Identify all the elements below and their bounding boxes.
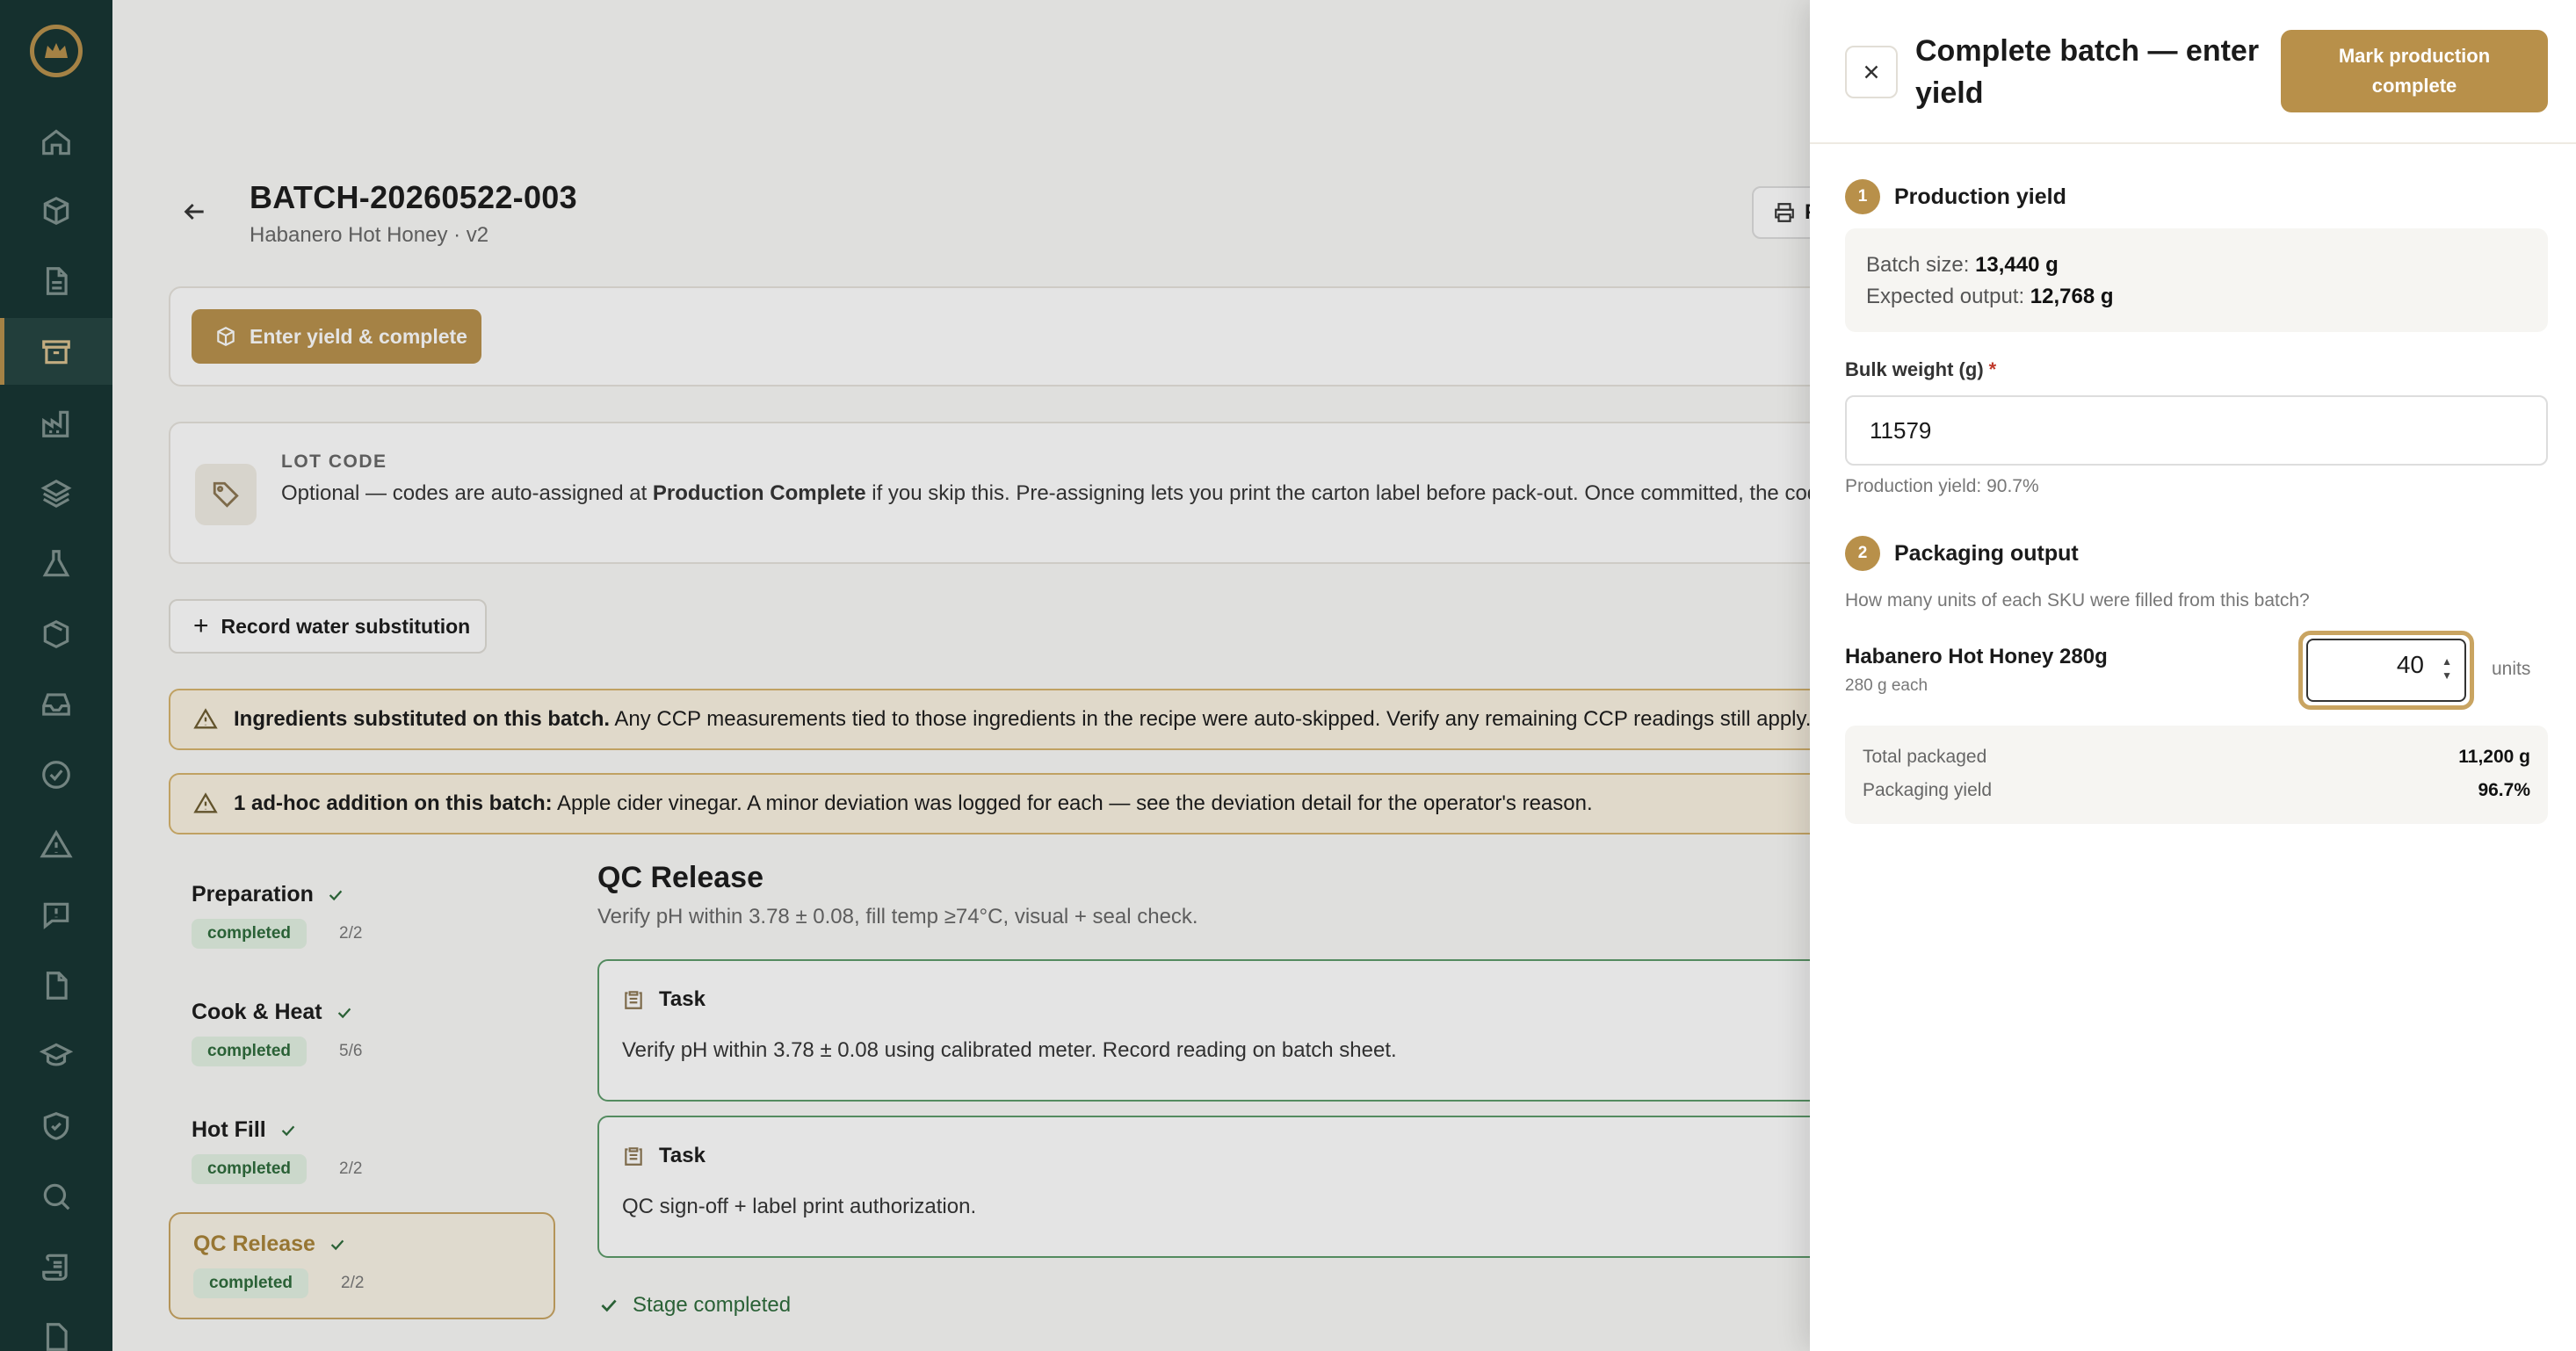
batch-size-value: 13,440 g [1975,253,2059,277]
mark-production-complete-button[interactable]: Mark production complete [2281,30,2548,112]
step-number: 2 [1845,536,1880,571]
expected-output-label: Expected output: [1866,285,2030,308]
expected-output-line: Expected output: 12,768 g [1866,281,2527,313]
sku-name: Habanero Hot Honey 280g [1845,645,2108,668]
drawer-header: Complete batch — enter yield Mark produc… [1810,0,2576,144]
step-number: 1 [1845,179,1880,214]
total-packaged-row: Total packaged 11,200 g [1863,747,2530,768]
step-production-yield: 1 Production yield [1845,179,2066,214]
stepper-arrows-icon[interactable]: ▲ ▼ [2442,654,2452,683]
total-packaged-label: Total packaged [1863,747,1987,767]
step-title: Production yield [1894,184,2066,209]
units-label: units [2492,659,2531,679]
required-marker: * [1988,358,1997,380]
batch-size-line: Batch size: 13,440 g [1866,249,2527,281]
units-quantity-stepper[interactable]: 40 ▲ ▼ [2298,631,2474,710]
sku-size: 280 g each [1845,676,1928,695]
packaging-yield-row: Packaging yield 96.7% [1863,780,2530,801]
step-title: Packaging output [1894,540,2079,566]
drawer-title: Complete batch — enter yield [1915,34,2260,110]
packaging-totals: Total packaged 11,200 g Packaging yield 96… [1845,726,2548,824]
production-yield-hint: Production yield: 90.7% [1845,476,2039,496]
modal-backdrop[interactable] [0,0,1810,1351]
bulk-weight-input[interactable]: 11579 [1845,395,2548,466]
packaging-yield-value: 96.7% [2478,780,2530,800]
expected-output-value: 12,768 g [2030,285,2114,308]
close-icon[interactable] [1845,46,1898,98]
units-value: 40 [2396,651,2424,678]
packaging-question: How many units of each SKU were filled f… [1845,590,2310,610]
total-packaged-value: 11,200 g [2458,747,2530,767]
packaging-yield-label: Packaging yield [1863,780,1993,800]
batch-info-box: Batch size: 13,440 g Expected output: 12… [1845,228,2548,332]
complete-batch-drawer: Complete batch — enter yield Mark produc… [1810,0,2576,1351]
step-packaging-output: 2 Packaging output [1845,536,2079,571]
bulk-weight-label: Bulk weight (g) * [1845,358,1996,381]
bulk-weight-label-text: Bulk weight (g) [1845,358,1984,380]
batch-size-label: Batch size: [1866,253,1976,277]
